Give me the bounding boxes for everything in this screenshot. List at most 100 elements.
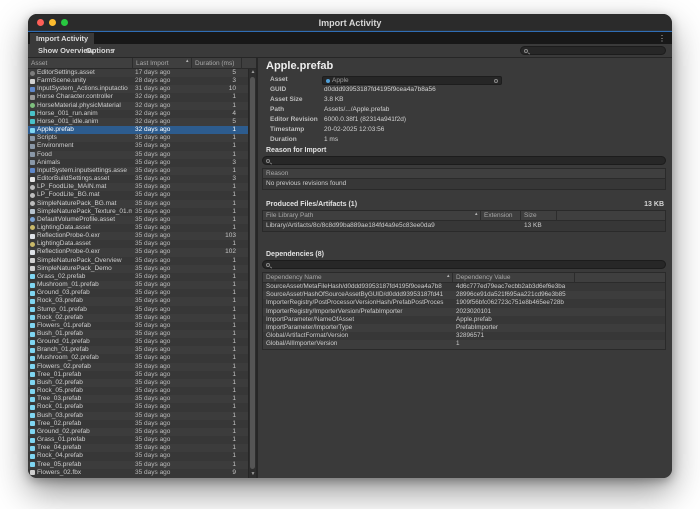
asset-row[interactable]: Bush_02.prefab35 days ago1 bbox=[28, 379, 248, 387]
options-dropdown[interactable]: Options bbox=[86, 44, 114, 58]
asset-row[interactable]: Flowers_02.prefab35 days ago1 bbox=[28, 363, 248, 371]
dependencies-search-input[interactable] bbox=[275, 261, 662, 268]
reason-search[interactable] bbox=[262, 156, 666, 165]
asset-row[interactable]: FarmScene.unity28 days ago3 bbox=[28, 77, 248, 85]
asset-row[interactable]: Horse_001_idle.anim32 days ago5 bbox=[28, 118, 248, 126]
dependency-row[interactable]: ImporterRegistry/ImporterVersion/PrefabI… bbox=[263, 308, 665, 316]
produced-total-size: 13 KB bbox=[644, 201, 664, 208]
asset-row[interactable]: Ground_02.prefab35 days ago1 bbox=[28, 428, 248, 436]
asset-row[interactable]: Horse Character.controller32 days ago1 bbox=[28, 93, 248, 101]
asset-row[interactable]: Tree_05.prefab35 days ago1 bbox=[28, 461, 248, 469]
column-header-size[interactable]: Size bbox=[521, 211, 557, 221]
column-header-duration[interactable]: Duration (ms) bbox=[192, 58, 242, 69]
asset-row[interactable]: Flowers_02.fbx35 days ago9 bbox=[28, 469, 248, 477]
asset-row[interactable]: Apple.prefab32 days ago1 bbox=[28, 126, 248, 134]
asset-row[interactable]: Grass_02.prefab35 days ago1 bbox=[28, 273, 248, 281]
asset-row[interactable]: Rock_01.prefab35 days ago1 bbox=[28, 403, 248, 411]
asset-row[interactable]: Rock_03.prefab35 days ago1 bbox=[28, 297, 248, 305]
toolbar-search[interactable] bbox=[520, 46, 666, 55]
asset-row[interactable]: Ground_03.prefab35 days ago1 bbox=[28, 289, 248, 297]
dependencies-search[interactable] bbox=[262, 260, 666, 269]
folder-icon bbox=[30, 160, 35, 165]
asset-row[interactable]: ReflectionProbe-0.exr35 days ago103 bbox=[28, 232, 248, 240]
asset-row[interactable]: Mushroom_02.prefab35 days ago1 bbox=[28, 354, 248, 362]
asset-row[interactable]: Grass_01.prefab35 days ago1 bbox=[28, 436, 248, 444]
produced-file-row[interactable]: Library/Artifacts/8c/8c8d99ba889ae184fd4… bbox=[263, 221, 665, 231]
asset-name: Rock_04.prefab bbox=[37, 452, 132, 460]
asset-row[interactable]: Ground_01.prefab35 days ago1 bbox=[28, 338, 248, 346]
column-header-extension[interactable]: Extension bbox=[481, 211, 521, 221]
asset-row[interactable]: ReflectionProbe-0.exr35 days ago102 bbox=[28, 248, 248, 256]
kebab-menu-icon[interactable]: ⋮ bbox=[658, 33, 666, 44]
prefab-icon bbox=[30, 462, 35, 467]
asset-row[interactable]: Bush_03.prefab35 days ago1 bbox=[28, 412, 248, 420]
column-header-dependency-name[interactable]: Dependency Name bbox=[263, 273, 453, 283]
asset-row[interactable]: Tree_01.prefab35 days ago1 bbox=[28, 371, 248, 379]
asset-duration: 1 bbox=[192, 346, 236, 354]
asset-row[interactable]: Flowers_01.prefab35 days ago1 bbox=[28, 322, 248, 330]
asset-object-field[interactable]: Apple bbox=[322, 76, 502, 85]
asset-row[interactable]: Tree_02.prefab35 days ago1 bbox=[28, 420, 248, 428]
asset-row[interactable]: Stump_01.prefab35 days ago1 bbox=[28, 306, 248, 314]
asset-row[interactable]: DefaultVolumeProfile.asset35 days ago1 bbox=[28, 216, 248, 224]
asset-row[interactable]: Branch_01.prefab35 days ago1 bbox=[28, 346, 248, 354]
asset-row[interactable]: Bush_01.prefab35 days ago1 bbox=[28, 330, 248, 338]
asset-row[interactable]: SimpleNaturePack_Overview35 days ago1 bbox=[28, 257, 248, 265]
asset-row[interactable]: LP_FoodLite_MAIN.mat35 days ago1 bbox=[28, 183, 248, 191]
asset-duration: 3 bbox=[192, 77, 236, 85]
column-header-extra bbox=[575, 273, 665, 283]
asset-row[interactable]: Rock_02.prefab35 days ago1 bbox=[28, 314, 248, 322]
column-header-dependency-value[interactable]: Dependency Value bbox=[453, 273, 575, 283]
column-header-asset[interactable]: Asset bbox=[28, 58, 133, 69]
asset-duration: 1 bbox=[192, 142, 236, 150]
reason-row[interactable]: No previous revisions found bbox=[263, 179, 665, 189]
prefab-icon bbox=[30, 323, 35, 328]
dependency-row[interactable]: SourceAsset/HashOfSourceAssetByGUID/d0dd… bbox=[263, 291, 665, 299]
asset-row[interactable]: LP_FoodLite_BG.mat35 days ago1 bbox=[28, 191, 248, 199]
reason-search-input[interactable] bbox=[275, 157, 662, 164]
asset-duration: 1 bbox=[192, 200, 236, 208]
asset-row[interactable]: Rock_05.prefab35 days ago1 bbox=[28, 387, 248, 395]
page-title: Apple.prefab bbox=[266, 60, 333, 72]
toolbar-search-input[interactable] bbox=[533, 47, 662, 54]
dependency-row[interactable]: ImportParameter/ImporterTypePrefabImport… bbox=[263, 324, 665, 332]
asset-row[interactable]: Animals35 days ago3 bbox=[28, 159, 248, 167]
asset-row[interactable]: Environment35 days ago1 bbox=[28, 142, 248, 150]
object-picker-icon[interactable] bbox=[494, 79, 499, 84]
dependency-row[interactable]: Global/ArtifactFormat/Version32896571 bbox=[263, 332, 665, 340]
asset-row[interactable]: EditorSettings.asset17 days ago5 bbox=[28, 69, 248, 77]
titlebar[interactable]: Import Activity bbox=[28, 14, 672, 31]
tab-bar: Import Activity ⋮ bbox=[28, 31, 672, 44]
dependency-row[interactable]: ImporterRegistry/PostProcessorVersionHas… bbox=[263, 299, 665, 307]
search-icon bbox=[266, 159, 270, 163]
asset-row[interactable]: EditorBuildSettings.asset35 days ago3 bbox=[28, 175, 248, 183]
scrollbar-thumb[interactable] bbox=[250, 77, 255, 469]
asset-row[interactable]: SimpleNaturePack_BG.mat35 days ago1 bbox=[28, 200, 248, 208]
asset-row[interactable]: LightingData.asset35 days ago1 bbox=[28, 224, 248, 232]
editor-revision-value: 6000.0.38f1 (82314a941f2d) bbox=[324, 115, 664, 125]
asset-duration: 1 bbox=[192, 461, 236, 469]
asset-row[interactable]: Mushroom_01.prefab35 days ago1 bbox=[28, 281, 248, 289]
asset-row[interactable]: Tree_03.prefab35 days ago1 bbox=[28, 395, 248, 403]
asset-row[interactable]: InputSystem_Actions.inputactio31 days ag… bbox=[28, 85, 248, 93]
asset-duration: 1 bbox=[192, 191, 236, 199]
dependency-row[interactable]: SourceAsset/MetaFileHash/d0ddd93953187fd… bbox=[263, 283, 665, 291]
asset-name: Grass_01.prefab bbox=[37, 436, 132, 444]
vertical-scrollbar[interactable]: ▲ ▼ bbox=[248, 69, 256, 478]
column-header-file-library-path[interactable]: File Library Path bbox=[263, 211, 481, 221]
column-header-reason[interactable]: Reason bbox=[263, 169, 665, 179]
asset-row[interactable]: LightingData.asset35 days ago1 bbox=[28, 240, 248, 248]
asset-row[interactable]: SimpleNaturePack_Demo35 days ago1 bbox=[28, 265, 248, 273]
asset-row[interactable]: Horse_001_run.anim32 days ago4 bbox=[28, 110, 248, 118]
asset-row[interactable]: Food35 days ago1 bbox=[28, 151, 248, 159]
asset-row[interactable]: Scripts35 days ago1 bbox=[28, 134, 248, 142]
asset-row[interactable]: SimpleNaturePack_Texture_01.m35 days ago… bbox=[28, 208, 248, 216]
asset-row[interactable]: Rock_04.prefab35 days ago1 bbox=[28, 452, 248, 460]
asset-row[interactable]: HorseMaterial.physicMaterial32 days ago1 bbox=[28, 102, 248, 110]
dependency-row[interactable]: ImportParameter/NameOfAssetApple.prefab bbox=[263, 316, 665, 324]
dependency-row[interactable]: Global/AllImporterVersion1 bbox=[263, 340, 665, 348]
column-header-last-import[interactable]: Last Import bbox=[133, 58, 192, 69]
asset-name: LP_FoodLite_BG.mat bbox=[37, 191, 132, 199]
asset-row[interactable]: Tree_04.prefab35 days ago1 bbox=[28, 444, 248, 452]
asset-row[interactable]: InputSystem.inputsettings.asse35 days ag… bbox=[28, 167, 248, 175]
